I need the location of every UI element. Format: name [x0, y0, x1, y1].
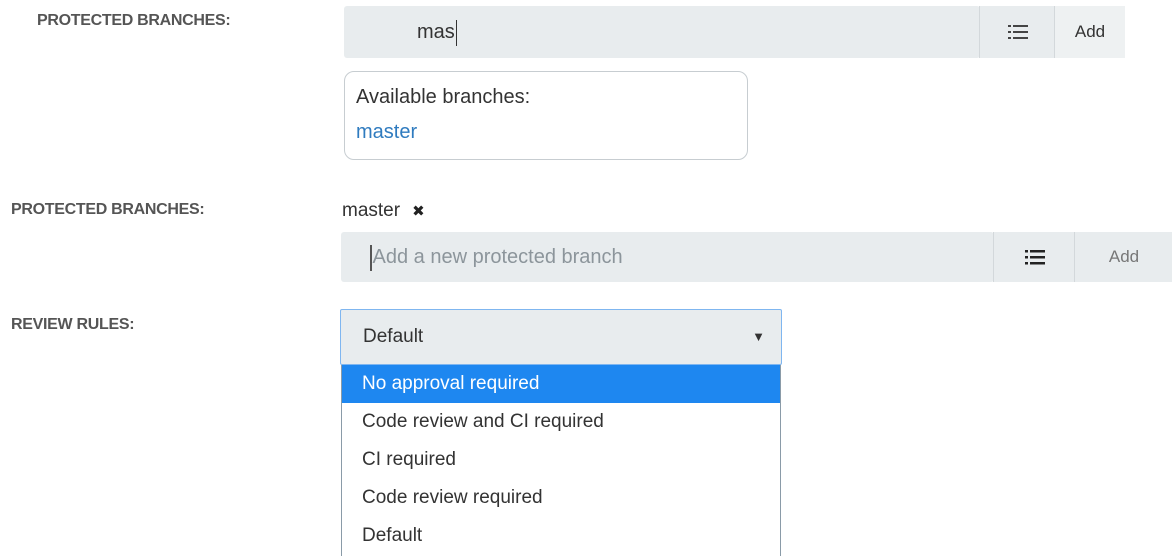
new-protected-branch-input[interactable]: Add a new protected branch	[341, 232, 994, 282]
list-icon	[1007, 25, 1028, 39]
branch-list-button-1[interactable]	[979, 6, 1055, 58]
new-protected-branch-placeholder: Add a new protected branch	[372, 246, 623, 268]
add-branch-button-2[interactable]: Add	[1074, 232, 1172, 282]
option-default[interactable]: Default	[342, 517, 780, 555]
branch-search-input[interactable]: mas	[344, 6, 980, 58]
branch-list-button-2[interactable]	[993, 232, 1075, 282]
protected-branches-label-2: PROTECTED BRANCHES:	[11, 201, 205, 218]
option-code-review-required[interactable]: Code review required	[342, 479, 780, 517]
option-no-approval-required[interactable]: No approval required	[342, 365, 780, 403]
text-caret	[455, 19, 458, 46]
review-rules-selected-value: Default	[363, 326, 424, 347]
review-rules-label: REVIEW RULES:	[11, 316, 135, 333]
available-branches-heading: Available branches:	[356, 86, 531, 108]
option-code-review-and-ci-required[interactable]: Code review and CI required	[342, 403, 780, 441]
chevron-down-icon: ▼	[752, 329, 765, 344]
protected-branch-tag: master ✖	[342, 200, 425, 222]
close-icon[interactable]: ✖	[412, 202, 425, 220]
text-caret	[370, 244, 372, 271]
available-branch-item[interactable]: master	[356, 121, 417, 144]
available-branches-popup: Available branches: master	[344, 71, 748, 160]
list-icon	[1024, 250, 1045, 265]
protected-branches-label-1: PROTECTED BRANCHES:	[37, 12, 231, 29]
review-rules-options: No approval required Code review and CI …	[341, 365, 781, 556]
option-ci-required[interactable]: CI required	[342, 441, 780, 479]
branch-search-value: mas	[417, 21, 455, 43]
protected-branch-tag-label: master	[342, 200, 401, 221]
add-branch-button-1[interactable]: Add	[1054, 6, 1125, 58]
review-rules-select[interactable]: Default ▼	[340, 309, 782, 365]
